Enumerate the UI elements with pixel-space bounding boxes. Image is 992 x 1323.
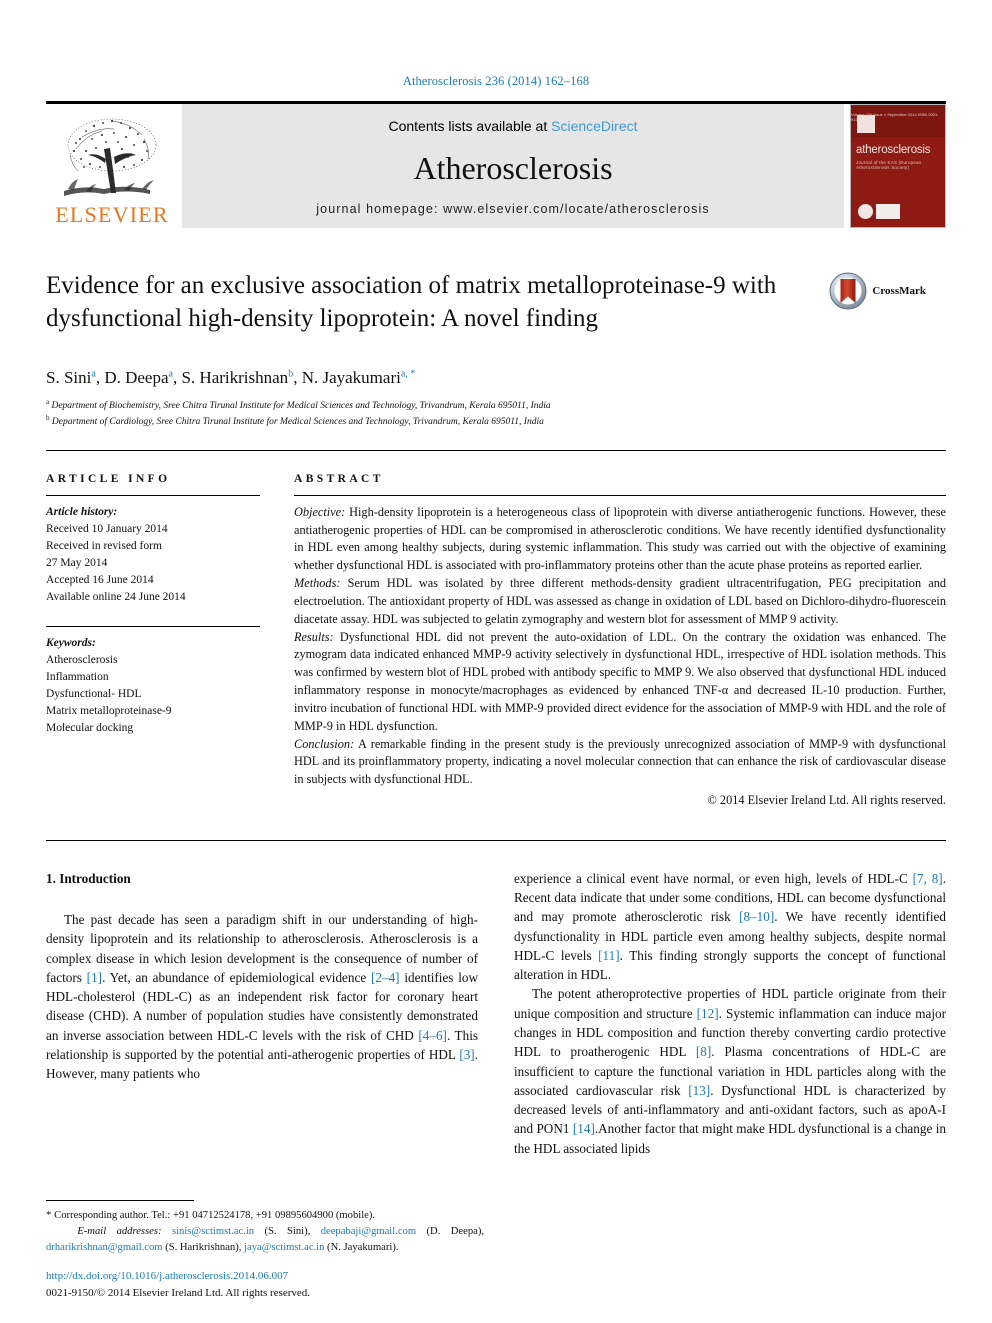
info-divider-top xyxy=(46,449,946,451)
crossmark-icon xyxy=(829,272,867,310)
cover-journal-subtitle: Journal of the EAS (European Atheroscler… xyxy=(856,159,922,170)
paper-page: Atherosclerosis 236 (2014) 162–168 ELSEV… xyxy=(0,0,992,1323)
body-column-right: experience a clinical event have normal,… xyxy=(514,869,946,1158)
keyword-item: Dysfunctional- HDL xyxy=(46,687,142,700)
author-4: N. Jayakumaria, * xyxy=(301,368,416,387)
journal-band: Contents lists available at ScienceDirec… xyxy=(182,104,844,228)
keyword-item: Inflammation xyxy=(46,670,109,683)
elsevier-wordmark: ELSEVIER xyxy=(55,202,169,227)
article-history-label: Article history: xyxy=(46,505,118,518)
keyword-item: Matrix metalloproteinase-9 xyxy=(46,704,172,717)
author-1: S. Sinia xyxy=(46,368,96,387)
journal-title: Atherosclerosis xyxy=(413,150,613,186)
citation-ref[interactable]: [11] xyxy=(598,948,619,963)
corresponding-author-note: * Corresponding author. Tel.: +91 047125… xyxy=(46,1209,485,1253)
abstract-rule xyxy=(294,494,946,496)
affiliation-b: b Department of Cardiology, Sree Chitra … xyxy=(46,414,544,428)
abstract-objective: Objective: High-density lipoprotein is a… xyxy=(294,504,946,573)
doi-link[interactable]: http://dx.doi.org/10.1016/j.atherosclero… xyxy=(46,1268,484,1285)
abstract-methods: Methods: Serum HDL was isolated by three… xyxy=(294,576,946,626)
body-divider xyxy=(46,839,946,841)
citation-ref[interactable]: [3] xyxy=(459,1047,474,1062)
history-item: 27 May 2014 xyxy=(46,556,108,569)
history-item: Available online 24 June 2014 xyxy=(46,590,186,603)
corresponding-author-text: Corresponding author. Tel.: +91 04712524… xyxy=(54,1210,376,1222)
article-info-heading: ARTICLE INFO xyxy=(46,472,171,485)
keywords-block: Keywords: Atherosclerosis Inflammation D… xyxy=(46,635,260,737)
author-3: S. Harikrishnanb xyxy=(181,368,294,387)
article-info-rule xyxy=(46,494,260,496)
cover-journal-title: atherosclerosis xyxy=(856,144,931,157)
cover-badges xyxy=(858,204,900,219)
sciencedirect-link[interactable]: ScienceDirect xyxy=(551,118,637,134)
cover-issue-line: Volume 236 Issue 1 September 2014 ISSN 0… xyxy=(851,112,939,123)
author-list: S. Sinia, D. Deepaa, S. Harikrishnanb, N… xyxy=(46,368,416,387)
abstract-heading: ABSTRACT xyxy=(294,472,384,485)
footnote-rule xyxy=(46,1200,194,1202)
history-item: Accepted 16 June 2014 xyxy=(46,573,154,586)
elsevier-logo: ELSEVIER xyxy=(46,104,178,228)
journal-masthead: ELSEVIER Contents lists available at Sci… xyxy=(46,101,946,228)
contents-prefix: Contents lists available at xyxy=(388,118,552,134)
elsevier-tree-icon xyxy=(56,115,168,203)
crossmark-label: CrossMark xyxy=(872,285,926,297)
body-columns: 1. Introduction The past decade has seen… xyxy=(46,869,946,1158)
crossmark-badge[interactable]: CrossMark xyxy=(829,272,926,310)
email-link[interactable]: drharikrishnan@gmail.com xyxy=(46,1242,163,1253)
history-item: Received 10 January 2014 xyxy=(46,522,168,535)
footnote-block: * Corresponding author. Tel.: +91 047125… xyxy=(46,1200,484,1301)
citation-ref[interactable]: [12] xyxy=(697,1006,719,1021)
info-abstract-row: ARTICLE INFO Article history: Received 1… xyxy=(46,473,946,810)
citation-ref[interactable]: [8–10] xyxy=(739,909,774,924)
contents-available-line: Contents lists available at ScienceDirec… xyxy=(388,118,637,134)
cover-badge-circle-icon xyxy=(858,204,873,219)
journal-cover-thumbnail: Volume 236 Issue 1 September 2014 ISSN 0… xyxy=(850,104,946,228)
email-link[interactable]: jaya@sctimst.ac.in xyxy=(244,1242,324,1253)
asterisk-icon: * xyxy=(46,1209,52,1222)
citation-ref[interactable]: [7, 8] xyxy=(913,871,943,886)
email-label: E-mail addresses: xyxy=(77,1226,162,1238)
citation-ref[interactable]: [1] xyxy=(87,970,102,985)
citation-ref[interactable]: [2–4] xyxy=(371,970,400,985)
intro-paragraph-right-1: experience a clinical event have normal,… xyxy=(514,870,947,983)
issn-copyright: 0021-9150/© 2014 Elsevier Ireland Ltd. A… xyxy=(46,1286,311,1299)
title-block: Evidence for an exclusive association of… xyxy=(46,270,946,350)
keyword-item: Atherosclerosis xyxy=(46,653,118,666)
intro-paragraph-right-2: The potent atheroprotective properties o… xyxy=(514,986,946,1156)
cover-badge-rect-icon xyxy=(876,204,900,219)
article-info-column: ARTICLE INFO Article history: Received 1… xyxy=(46,473,294,810)
citation-ref[interactable]: [13] xyxy=(688,1083,710,1098)
introduction-heading: 1. Introduction xyxy=(46,870,131,886)
author-2: D. Deepaa xyxy=(104,368,173,387)
article-history: Article history: Received 10 January 201… xyxy=(46,504,260,606)
doi-block: http://dx.doi.org/10.1016/j.atherosclero… xyxy=(46,1268,484,1301)
running-head: Atherosclerosis 236 (2014) 162–168 xyxy=(402,74,590,88)
citation-ref[interactable]: [8] xyxy=(696,1044,711,1059)
keyword-item: Molecular docking xyxy=(46,721,134,734)
abstract-copyright: © 2014 Elsevier Ireland Ltd. All rights … xyxy=(707,793,946,808)
abstract-conclusion: Conclusion: A remarkable finding in the … xyxy=(294,736,946,787)
email-link[interactable]: sinis@sctimst.ac.in xyxy=(172,1226,254,1237)
keywords-label: Keywords: xyxy=(46,636,96,649)
abstract-results: Results: Dysfunctional HDL did not preve… xyxy=(294,629,946,733)
citation-ref[interactable]: [14] xyxy=(573,1121,595,1136)
email-link[interactable]: deepabaji@gmail.com xyxy=(321,1226,416,1237)
intro-paragraph-left: The past decade has seen a paradigm shif… xyxy=(46,912,478,1082)
keywords-rule xyxy=(46,625,260,627)
journal-homepage[interactable]: journal homepage: www.elsevier.com/locat… xyxy=(316,202,709,216)
history-item: Received in revised form xyxy=(46,539,162,552)
abstract-column: ABSTRACT Objective: High-density lipopro… xyxy=(294,473,946,810)
abstract-body: Objective: High-density lipoprotein is a… xyxy=(294,504,946,810)
citation-ref[interactable]: [4–6] xyxy=(418,1028,447,1043)
article-title: Evidence for an exclusive association of… xyxy=(46,272,777,332)
affiliations: a Department of Biochemistry, Sree Chitr… xyxy=(46,397,946,430)
affiliation-a: a Department of Biochemistry, Sree Chitr… xyxy=(46,398,551,412)
body-column-left: 1. Introduction The past decade has seen… xyxy=(46,869,478,1158)
